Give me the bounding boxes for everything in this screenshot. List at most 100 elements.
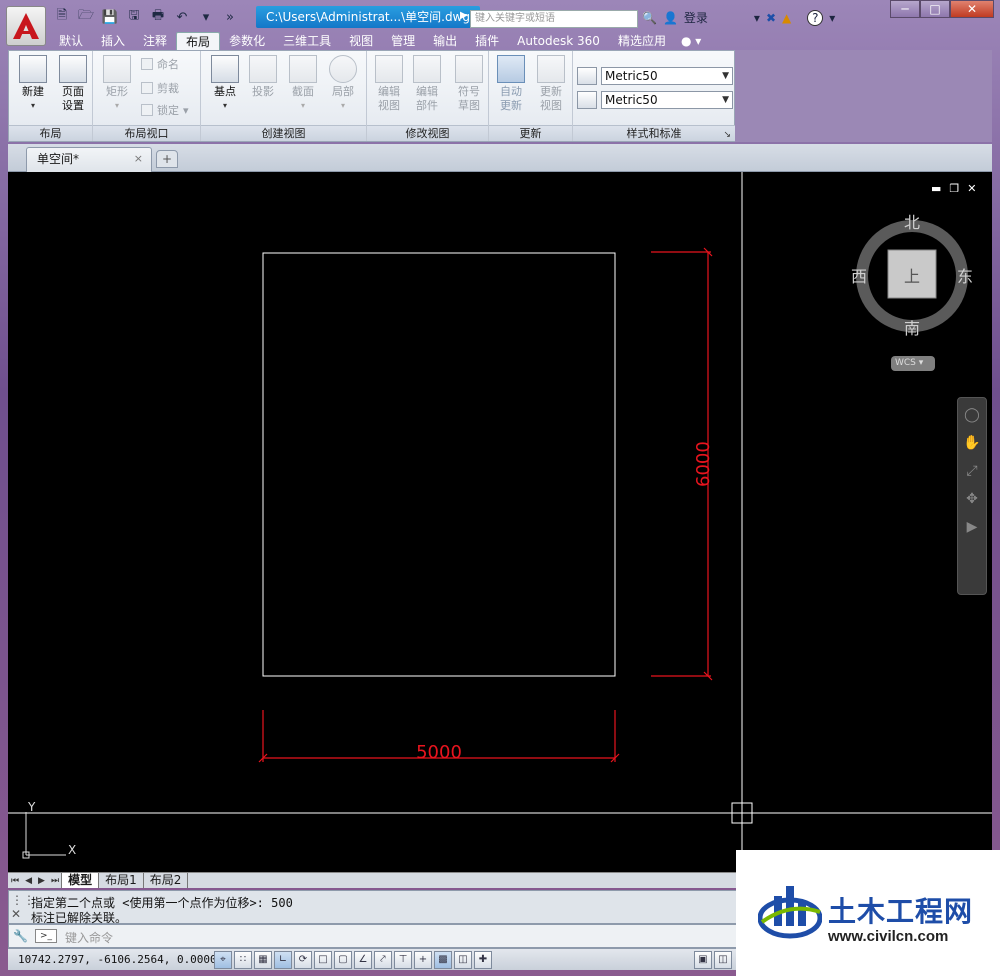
- dynamic-ucs-icon[interactable]: ⤤: [374, 951, 392, 969]
- tab-featured-apps[interactable]: 精选应用: [609, 32, 675, 50]
- lineweight-icon[interactable]: +: [414, 951, 432, 969]
- snap-mode-icon[interactable]: ∷: [234, 951, 252, 969]
- update-view-button[interactable]: 更新 视图: [531, 55, 571, 113]
- more-tools-icon[interactable]: »: [220, 8, 240, 26]
- undo-dropdown-icon[interactable]: ▾: [196, 8, 216, 26]
- tab-insert[interactable]: 插入: [92, 32, 134, 50]
- a360-icon[interactable]: ▲: [782, 11, 791, 25]
- lock-viewport-button[interactable]: 锁定 ▾: [141, 101, 189, 119]
- tab-plugins[interactable]: 插件: [466, 32, 508, 50]
- projected-view-button[interactable]: 投影: [243, 55, 283, 99]
- viewport-restore-icon[interactable]: ❐: [949, 182, 959, 195]
- model-space-icon[interactable]: ▣: [694, 951, 712, 969]
- maximize-button[interactable]: □: [920, 0, 950, 18]
- view-style-combo[interactable]: Metric50 ▼: [601, 67, 733, 85]
- tab-3d-tools[interactable]: 三维工具: [274, 32, 340, 50]
- transparency-icon[interactable]: ▩: [434, 951, 452, 969]
- login-link[interactable]: 登录: [684, 9, 708, 26]
- section-view-button[interactable]: 截面 ▾: [283, 55, 323, 113]
- login-dropdown-icon[interactable]: ▾: [754, 11, 760, 25]
- viewport-close-icon[interactable]: ✕: [967, 182, 976, 195]
- command-line[interactable]: 🔧 >_ 键入命令: [8, 924, 738, 948]
- tab-parametric[interactable]: 参数化: [220, 32, 274, 50]
- rectangle-viewport-button[interactable]: 矩形 ▾: [97, 55, 137, 113]
- last-tab-icon[interactable]: ⏭: [48, 876, 62, 886]
- infer-constraints-icon[interactable]: ⌖: [214, 951, 232, 969]
- compass-south[interactable]: 南: [904, 319, 920, 338]
- compass-west[interactable]: 西: [851, 267, 867, 286]
- annotation-monitor-icon[interactable]: ✚: [474, 951, 492, 969]
- zoom-extents-icon[interactable]: ⤢: [961, 460, 983, 482]
- tab-output[interactable]: 输出: [424, 32, 466, 50]
- open-file-icon[interactable]: 🗁: [76, 8, 96, 26]
- object-snap-icon[interactable]: □: [314, 951, 332, 969]
- edit-components-button[interactable]: 编辑 部件: [407, 55, 447, 113]
- pan-icon[interactable]: ✋: [961, 432, 983, 454]
- tab-annotate[interactable]: 注释: [134, 32, 176, 50]
- new-file-icon[interactable]: 🗎: [52, 8, 72, 26]
- binoculars-icon[interactable]: 🔍: [642, 11, 657, 25]
- tab-model[interactable]: 模型: [61, 873, 100, 888]
- section-style-combo[interactable]: Metric50 ▼: [601, 91, 733, 109]
- exchange-icon[interactable]: ✖: [766, 11, 776, 25]
- coordinate-readout[interactable]: 10742.2797, -6106.2564, 0.0000: [18, 953, 217, 966]
- page-setup-button[interactable]: 页面 设置: [53, 55, 93, 113]
- tab-manage[interactable]: 管理: [382, 32, 424, 50]
- compass-north[interactable]: 北: [904, 213, 920, 232]
- wcs-menu[interactable]: WCS ▾: [891, 356, 935, 371]
- minimize-button[interactable]: ─: [890, 0, 920, 18]
- showmotion-icon[interactable]: ▶: [961, 516, 983, 538]
- clip-viewport-button[interactable]: 剪裁: [141, 79, 179, 97]
- section-style-icon[interactable]: [577, 91, 597, 109]
- command-prompt-icon[interactable]: >_: [35, 929, 57, 943]
- object-snap-tracking-icon[interactable]: ∠: [354, 951, 372, 969]
- edit-view-button[interactable]: 编辑 视图: [369, 55, 409, 113]
- close-tab-icon[interactable]: ×: [134, 148, 143, 170]
- 3d-object-snap-icon[interactable]: ▢: [334, 951, 352, 969]
- tab-layout2[interactable]: 布局2: [142, 873, 189, 888]
- name-viewport-button[interactable]: 命名: [141, 55, 179, 73]
- document-tab[interactable]: 单空间* ×: [26, 147, 152, 172]
- tab-default[interactable]: 默认: [50, 32, 92, 50]
- save-icon[interactable]: 💾: [100, 8, 120, 26]
- print-icon[interactable]: 🖶: [148, 8, 168, 26]
- symbol-sketch-button[interactable]: 符号 草图: [449, 55, 489, 113]
- application-menu-button[interactable]: [6, 6, 46, 46]
- tab-view[interactable]: 视图: [340, 32, 382, 50]
- selection-cycling-icon[interactable]: ◫: [454, 951, 472, 969]
- new-tab-button[interactable]: +: [156, 150, 178, 168]
- quick-view-icon[interactable]: ◫: [714, 951, 732, 969]
- tab-layout1[interactable]: 布局1: [98, 873, 144, 888]
- steering-wheel-icon[interactable]: ◯: [961, 404, 983, 426]
- customize-wrench-icon[interactable]: 🔧: [13, 929, 29, 943]
- help-dropdown-icon[interactable]: ▾: [829, 11, 835, 25]
- base-view-button[interactable]: 基点 ▾: [205, 55, 245, 113]
- command-grip-icon[interactable]: ⋮⋮ ✕: [11, 893, 35, 923]
- prev-tab-icon[interactable]: ◀: [22, 876, 35, 886]
- drawing-canvas[interactable]: 6000 5000 Y X 上 北 南 东 西 ▬ ❐ ✕ WCS ▾ ◯ ✋ …: [8, 172, 992, 872]
- next-tab-icon[interactable]: ▶: [35, 876, 48, 886]
- orbit-icon[interactable]: ✥: [961, 488, 983, 510]
- close-window-button[interactable]: ✕: [950, 0, 994, 18]
- viewport-minimize-icon[interactable]: ▬: [931, 182, 941, 195]
- grid-display-icon[interactable]: ▦: [254, 951, 272, 969]
- help-icon[interactable]: ?: [807, 9, 824, 26]
- polar-tracking-icon[interactable]: ⟳: [294, 951, 312, 969]
- search-input[interactable]: 键入关键字或短语: [470, 10, 638, 28]
- ribbon-options-icon[interactable]: ● ▾: [675, 32, 707, 50]
- ortho-mode-icon[interactable]: ∟: [274, 951, 292, 969]
- undo-icon[interactable]: ↶: [172, 8, 192, 26]
- panel-launcher-icon[interactable]: ↘: [723, 130, 731, 140]
- auto-update-button[interactable]: 自动 更新: [491, 55, 531, 113]
- view-style-icon[interactable]: [577, 67, 597, 85]
- detail-view-button[interactable]: 局部 ▾: [323, 55, 363, 113]
- tab-autodesk-360[interactable]: Autodesk 360: [508, 32, 609, 50]
- tab-layout[interactable]: 布局: [176, 32, 221, 50]
- new-layout-button[interactable]: 新建 ▾: [13, 55, 53, 113]
- room-rectangle[interactable]: [262, 252, 616, 677]
- save-as-icon[interactable]: 🖫: [124, 8, 144, 26]
- command-input[interactable]: 键入命令: [65, 929, 113, 946]
- dynamic-input-icon[interactable]: ⊤: [394, 951, 412, 969]
- compass-east[interactable]: 东: [957, 267, 973, 286]
- first-tab-icon[interactable]: ⏮: [8, 876, 22, 886]
